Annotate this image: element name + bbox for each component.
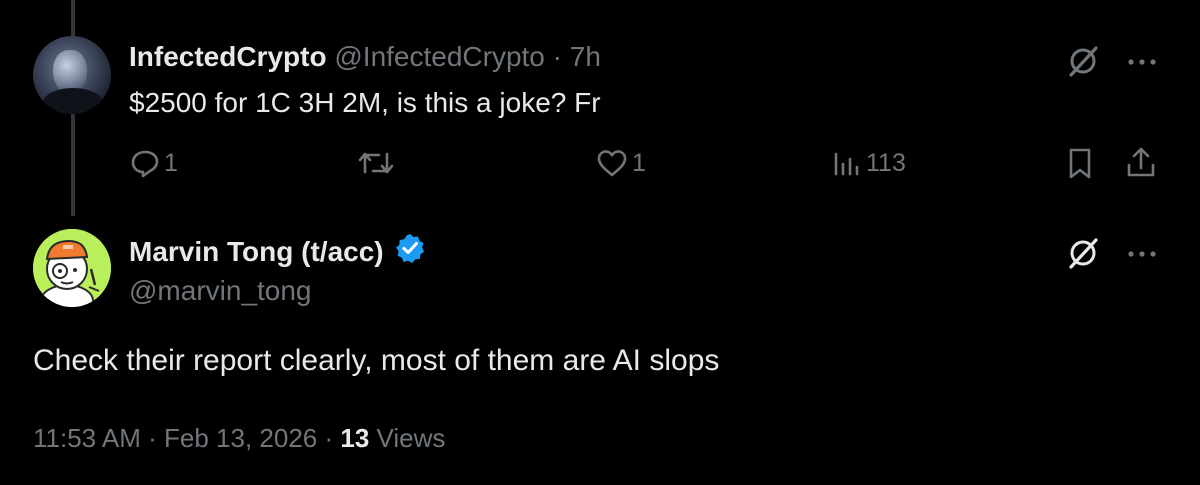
parent-tweet[interactable]: InfectedCrypto @InfectedCrypto · 7h $250…: [0, 0, 1200, 220]
grok-icon[interactable]: [1066, 44, 1100, 83]
display-name[interactable]: Marvin Tong (t/acc): [129, 235, 384, 269]
author-header: Marvin Tong (t/acc): [129, 232, 426, 272]
reply-count: 1: [164, 148, 178, 177]
avatar-shadow: [43, 88, 103, 114]
tweet-text: $2500 for 1C 3H 2M, is this a joke? Fr: [129, 87, 601, 118]
time-ago[interactable]: 7h: [570, 41, 601, 72]
reply-icon: [130, 148, 160, 178]
display-name[interactable]: InfectedCrypto: [129, 41, 327, 72]
handle[interactable]: @marvin_tong: [129, 274, 312, 308]
retweet-button[interactable]: [357, 143, 399, 183]
avatar[interactable]: [33, 36, 111, 114]
views-count: 113: [866, 148, 906, 177]
tweet-timestamp: 11:53 AM · Feb 13, 2026 · 13 Views: [33, 421, 445, 455]
timestamp-text[interactable]: 11:53 AM · Feb 13, 2026 ·: [33, 423, 340, 453]
grok-icon[interactable]: [1066, 236, 1100, 275]
views-icon: [832, 148, 862, 178]
tweet-text: Check their report clearly, most of them…: [33, 344, 720, 377]
avatar[interactable]: [33, 229, 111, 307]
like-icon: [596, 148, 628, 178]
bookmark-icon[interactable]: [1066, 147, 1094, 186]
more-icon[interactable]: [1126, 246, 1158, 264]
views-label: Views: [369, 423, 446, 453]
more-icon[interactable]: [1126, 54, 1158, 72]
retweet-icon: [357, 148, 395, 178]
views-button[interactable]: 113: [832, 143, 906, 183]
handle[interactable]: @InfectedCrypto: [334, 41, 545, 72]
like-button[interactable]: 1: [596, 143, 646, 183]
tweet-header: InfectedCrypto @InfectedCrypto · 7h: [129, 40, 601, 74]
like-count: 1: [632, 148, 646, 177]
cartoon-avatar-icon: [33, 229, 111, 307]
verified-badge-icon[interactable]: [394, 232, 426, 272]
views-count: 13: [340, 423, 370, 453]
separator: ·: [544, 41, 570, 72]
reply-button[interactable]: 1: [130, 143, 178, 183]
share-icon[interactable]: [1125, 145, 1157, 184]
